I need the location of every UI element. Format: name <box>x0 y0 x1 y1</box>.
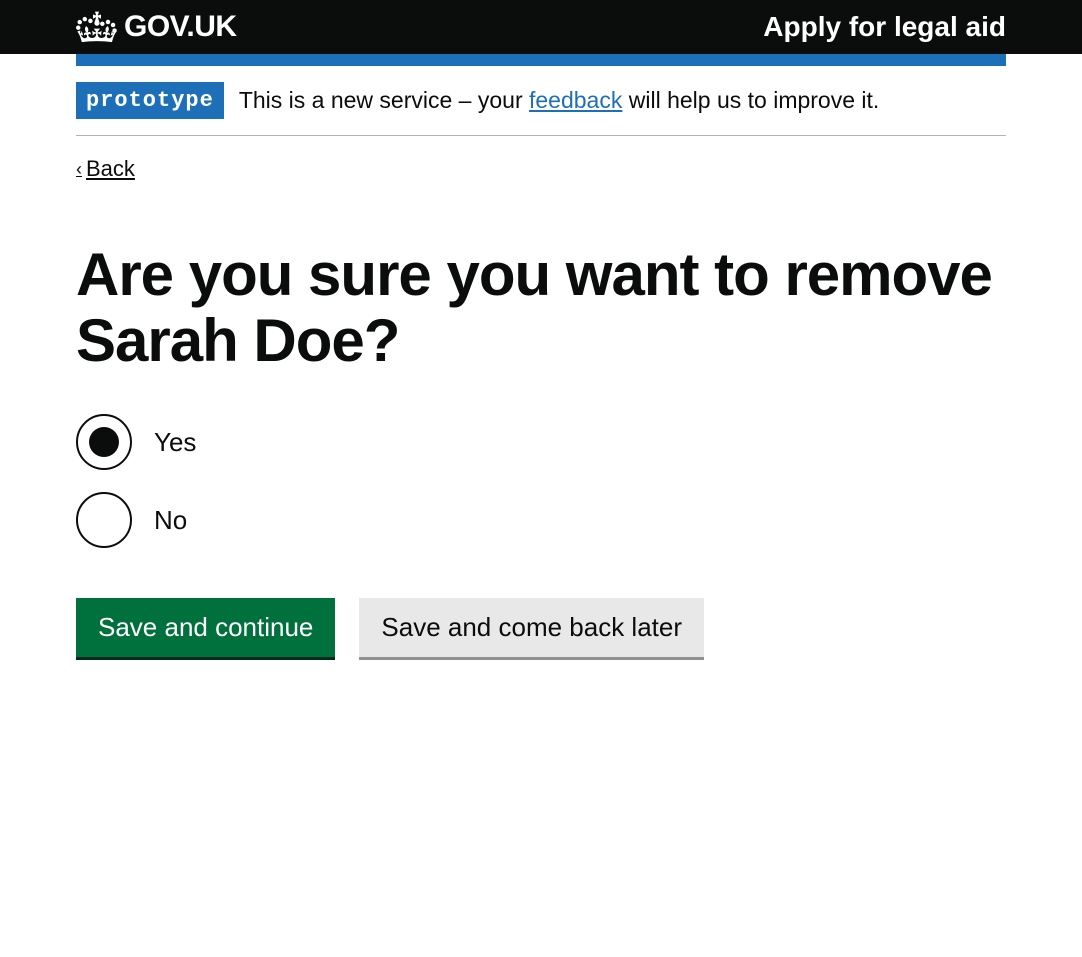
save-later-button[interactable]: Save and come back later <box>359 598 704 657</box>
page-heading: Are you sure you want to remove Sarah Do… <box>76 242 1006 374</box>
header-blue-bar <box>61 54 1021 66</box>
chevron-left-icon: ‹ <box>76 159 82 180</box>
service-name[interactable]: Apply for legal aid <box>763 11 1006 43</box>
back-link[interactable]: ‹ Back <box>76 156 135 182</box>
radio-label: Yes <box>154 427 196 458</box>
radio-option-no[interactable]: No <box>76 492 1006 548</box>
phase-tag: prototype <box>76 82 224 119</box>
main-content: Are you sure you want to remove Sarah Do… <box>76 182 1006 657</box>
crown-icon <box>76 10 118 44</box>
save-continue-button[interactable]: Save and continue <box>76 598 335 657</box>
phase-banner-text: This is a new service – your feedback wi… <box>239 87 879 114</box>
radio-label: No <box>154 505 187 536</box>
radio-option-yes[interactable]: Yes <box>76 414 1006 470</box>
phase-banner: prototype This is a new service – your f… <box>76 66 1006 136</box>
button-group: Save and continue Save and come back lat… <box>76 598 1006 657</box>
logo-text: GOV.UK <box>124 10 237 44</box>
radio-input-no[interactable] <box>76 492 132 548</box>
govuk-logo[interactable]: GOV.UK <box>76 10 237 44</box>
radio-input-yes[interactable] <box>76 414 132 470</box>
feedback-link[interactable]: feedback <box>529 87 622 113</box>
site-header: GOV.UK Apply for legal aid <box>0 0 1082 54</box>
radio-group: Yes No <box>76 414 1006 548</box>
